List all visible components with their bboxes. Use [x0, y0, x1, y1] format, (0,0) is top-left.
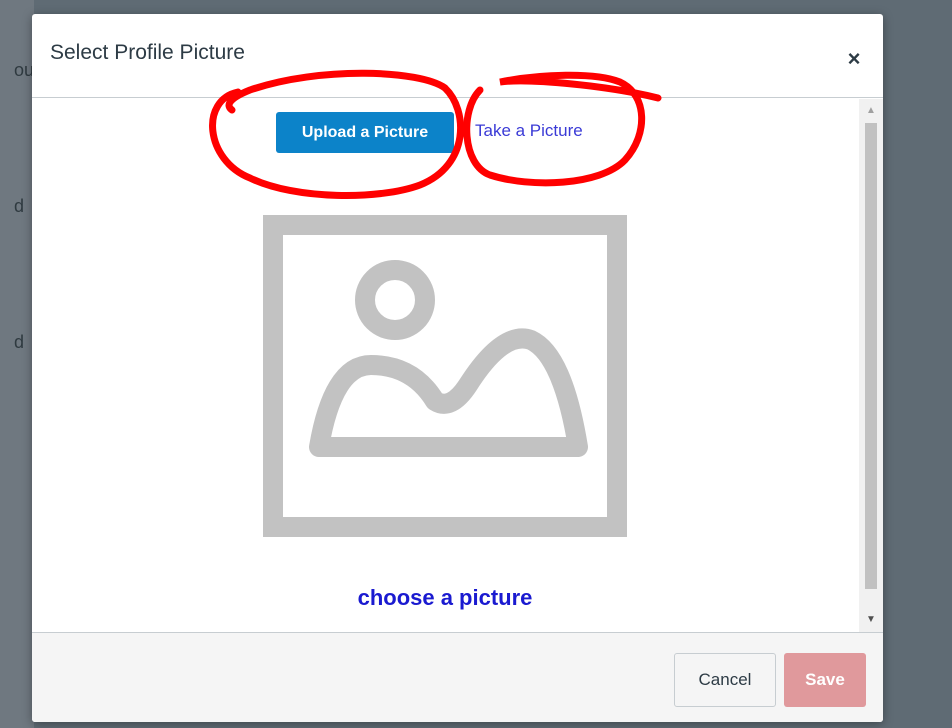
scroll-up-arrow-icon[interactable]: ▲: [859, 99, 883, 123]
upload-picture-button[interactable]: Upload a Picture: [276, 112, 454, 153]
background-text-3: d: [14, 332, 25, 352]
background-text-2: d: [14, 196, 25, 216]
scroll-down-arrow-icon[interactable]: ▼: [859, 608, 883, 632]
choose-picture-link[interactable]: choose a picture: [32, 585, 858, 611]
take-picture-link[interactable]: Take a Picture: [475, 121, 583, 141]
placeholder-sun: [355, 260, 435, 340]
dialog-title: Select Profile Picture: [50, 41, 245, 64]
dialog-header: Select Profile Picture ×: [32, 14, 883, 98]
profile-picture-dialog: Select Profile Picture × Upload a Pictur…: [32, 14, 883, 722]
dialog-footer: Cancel Save: [32, 632, 883, 722]
image-placeholder-icon: [263, 215, 627, 537]
background-strip: [0, 0, 34, 728]
save-button[interactable]: Save: [784, 653, 866, 707]
scroll-thumb[interactable]: [865, 123, 877, 589]
close-icon[interactable]: ×: [843, 48, 865, 70]
dialog-body: Upload a Picture Take a Picture choose a…: [32, 99, 883, 632]
cancel-button[interactable]: Cancel: [674, 653, 776, 707]
placeholder-mountains: [309, 328, 588, 457]
vertical-scrollbar[interactable]: ▲ ▼: [859, 99, 883, 632]
